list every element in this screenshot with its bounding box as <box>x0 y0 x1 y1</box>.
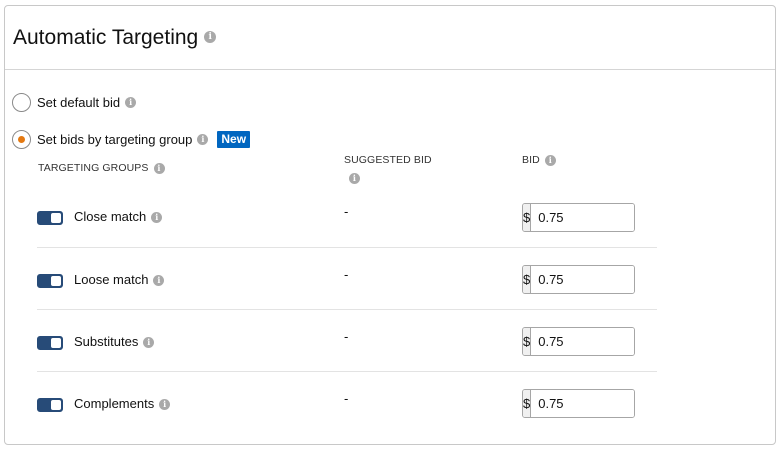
group-bid-radio[interactable] <box>12 130 31 149</box>
bid-input[interactable] <box>531 204 634 231</box>
info-icon[interactable]: i <box>349 172 360 184</box>
group-name-text: Loose match <box>74 272 149 287</box>
suggested-bid-value: - <box>344 204 349 219</box>
info-icon[interactable]: i <box>153 275 165 287</box>
panel-title: Automatic Targeting i <box>13 26 217 50</box>
col-bid: BID i <box>522 154 556 166</box>
automatic-targeting-panel: Automatic Targeting i Set default bid i S… <box>4 5 776 445</box>
group-name-text: Substitutes <box>74 334 139 349</box>
col-targeting-groups-label: TARGETING GROUPS <box>38 162 149 174</box>
suggested-bid-value: - <box>344 391 349 406</box>
suggested-bid-value: - <box>344 329 349 344</box>
bid-input-group: $ <box>522 389 635 418</box>
table-row: Close match i - $ <box>37 186 657 248</box>
panel-title-text: Automatic Targeting <box>13 26 199 49</box>
table-row: Complements i - $ <box>37 372 657 434</box>
close-match-toggle[interactable] <box>37 211 63 225</box>
col-bid-label: BID <box>522 154 540 166</box>
loose-match-toggle[interactable] <box>37 274 63 288</box>
bid-input-group: $ <box>522 203 635 232</box>
info-icon[interactable]: i <box>544 154 556 166</box>
info-icon[interactable]: i <box>204 31 217 44</box>
currency-prefix: $ <box>523 266 532 293</box>
info-icon[interactable]: i <box>151 212 163 224</box>
group-name: Loose match i <box>74 272 165 287</box>
substitutes-toggle[interactable] <box>37 336 63 350</box>
default-bid-label[interactable]: Set default bid <box>37 95 120 110</box>
bid-input-group: $ <box>522 327 635 356</box>
bid-input[interactable] <box>531 328 634 355</box>
suggested-bid-value: - <box>344 267 349 282</box>
col-suggested-bid: SUGGESTED BID i <box>344 154 432 184</box>
bid-input[interactable] <box>531 390 634 417</box>
group-name: Complements i <box>74 396 171 411</box>
info-icon[interactable]: i <box>153 162 165 174</box>
new-badge: New <box>217 131 251 148</box>
currency-prefix: $ <box>523 390 532 417</box>
col-suggested-bid-label: SUGGESTED BID <box>344 154 432 166</box>
complements-toggle[interactable] <box>37 398 63 412</box>
group-name: Close match i <box>74 209 163 224</box>
bid-input[interactable] <box>531 266 634 293</box>
info-icon[interactable]: i <box>143 337 155 349</box>
panel-header: Automatic Targeting i <box>5 6 775 70</box>
info-icon[interactable]: i <box>197 134 209 145</box>
group-name: Substitutes i <box>74 334 155 349</box>
group-name-text: Close match <box>74 209 147 224</box>
col-targeting-groups: TARGETING GROUPS i <box>38 162 165 174</box>
default-bid-radio[interactable] <box>12 93 31 112</box>
default-bid-option[interactable]: Set default bid i <box>12 93 137 112</box>
currency-prefix: $ <box>523 204 532 231</box>
table-row: Loose match i - $ <box>37 248 657 310</box>
table-row: Substitutes i - $ <box>37 310 657 372</box>
group-bid-option[interactable]: Set bids by targeting group i New <box>12 130 251 149</box>
group-name-text: Complements <box>74 396 155 411</box>
info-icon[interactable]: i <box>159 399 171 411</box>
info-icon[interactable]: i <box>125 97 137 108</box>
bid-input-group: $ <box>522 265 635 294</box>
group-bid-label[interactable]: Set bids by targeting group <box>37 132 192 147</box>
currency-prefix: $ <box>523 328 532 355</box>
